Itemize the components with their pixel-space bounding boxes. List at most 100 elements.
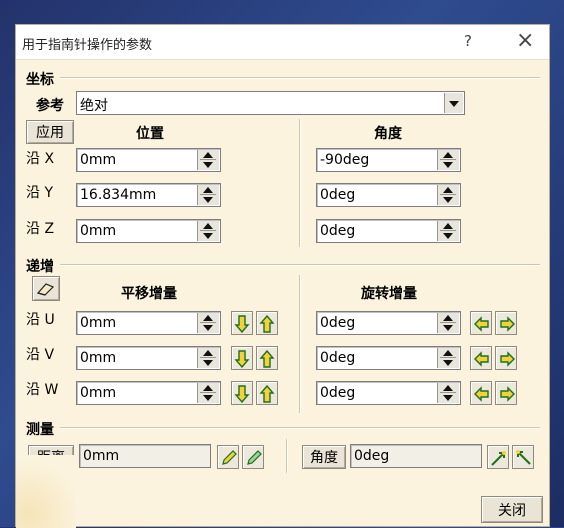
divider bbox=[60, 264, 540, 266]
increment-group-title: 递增 bbox=[26, 259, 54, 275]
help-button[interactable]: ? bbox=[464, 32, 472, 50]
reference-value: 绝对 bbox=[80, 98, 108, 114]
spinner[interactable] bbox=[437, 383, 459, 403]
title-bar: 用于指南针操作的参数 ? × bbox=[16, 25, 549, 60]
axis-z-label: 沿 Z bbox=[26, 221, 55, 237]
position-x-field[interactable]: 0mm bbox=[76, 148, 221, 172]
divider bbox=[60, 427, 540, 429]
rotate-counterclockwise-button[interactable] bbox=[470, 381, 492, 405]
eraser-icon bbox=[36, 282, 55, 296]
angle-measure-value: 0deg bbox=[354, 448, 390, 464]
position-header: 位置 bbox=[136, 126, 164, 142]
axis-x-label: 沿 X bbox=[26, 151, 55, 167]
rotate-counterclockwise-button[interactable] bbox=[470, 311, 492, 335]
rotation-u-field[interactable]: 0deg bbox=[316, 311, 461, 335]
measure-angle-between-button[interactable] bbox=[512, 445, 534, 469]
compass-parameters-dialog: 用于指南针操作的参数 ? × 坐标 参考 绝对 应用 位置 角度 沿 X 0mm… bbox=[15, 24, 550, 528]
rotate-left-icon bbox=[474, 316, 489, 332]
measure-angle-button[interactable] bbox=[487, 445, 509, 469]
translation-v-field[interactable]: 0mm bbox=[76, 346, 221, 370]
translate-up-button[interactable] bbox=[256, 346, 278, 370]
angle-y-field[interactable]: 0deg bbox=[316, 183, 461, 207]
position-y-field[interactable]: 16.834mm bbox=[76, 183, 221, 207]
spinner[interactable] bbox=[437, 221, 459, 241]
translation-header: 平移增量 bbox=[121, 286, 177, 302]
angle-z-value: 0deg bbox=[320, 223, 356, 239]
chevron-down-icon[interactable] bbox=[444, 93, 463, 113]
position-z-value: 0mm bbox=[80, 223, 117, 239]
arrow-up-icon bbox=[259, 315, 275, 333]
rotate-right-icon bbox=[500, 316, 515, 332]
arrow-down-icon bbox=[234, 350, 250, 368]
translate-down-button[interactable] bbox=[231, 311, 253, 335]
spinner[interactable] bbox=[437, 348, 459, 368]
divider bbox=[299, 119, 301, 247]
distance-value: 0mm bbox=[83, 448, 120, 464]
rotation-u-value: 0deg bbox=[320, 315, 356, 331]
rotate-left-icon bbox=[474, 386, 489, 402]
translate-down-button[interactable] bbox=[231, 346, 253, 370]
translation-w-value: 0mm bbox=[80, 385, 117, 401]
angle-button[interactable]: 角度 bbox=[302, 445, 346, 469]
spinner[interactable] bbox=[197, 150, 219, 170]
rotate-left-icon bbox=[474, 351, 489, 367]
angle-y-value: 0deg bbox=[320, 187, 356, 203]
reference-label: 参考 bbox=[36, 98, 64, 114]
arrow-down-icon bbox=[234, 385, 250, 403]
translation-u-field[interactable]: 0mm bbox=[76, 311, 221, 335]
rotation-w-field[interactable]: 0deg bbox=[316, 381, 461, 405]
background-glow bbox=[16, 455, 76, 528]
rotate-clockwise-button[interactable] bbox=[495, 346, 517, 370]
translation-v-value: 0mm bbox=[80, 350, 117, 366]
axis-v-label: 沿 V bbox=[26, 347, 55, 363]
apply-button[interactable]: 应用 bbox=[26, 120, 74, 144]
arrow-down-icon bbox=[234, 315, 250, 333]
spinner[interactable] bbox=[197, 221, 219, 241]
spinner[interactable] bbox=[437, 150, 459, 170]
translate-down-button[interactable] bbox=[231, 381, 253, 405]
translation-u-value: 0mm bbox=[80, 315, 117, 331]
spinner[interactable] bbox=[197, 185, 219, 205]
reference-select[interactable]: 绝对 bbox=[76, 91, 465, 115]
measure-between-button[interactable] bbox=[242, 445, 264, 469]
rotation-v-field[interactable]: 0deg bbox=[316, 346, 461, 370]
divider bbox=[286, 439, 288, 473]
window-title: 用于指南针操作的参数 bbox=[22, 38, 153, 53]
angle-z-field[interactable]: 0deg bbox=[316, 219, 461, 243]
angle-arrow-icon bbox=[516, 450, 531, 465]
close-button[interactable]: 关闭 bbox=[481, 496, 543, 523]
spinner[interactable] bbox=[197, 383, 219, 403]
rotation-header: 旋转增量 bbox=[361, 286, 417, 302]
eraser-button[interactable] bbox=[32, 276, 60, 301]
angle-measure-field: 0deg bbox=[350, 444, 482, 468]
rotate-clockwise-button[interactable] bbox=[495, 311, 517, 335]
measure-distance-button[interactable] bbox=[217, 445, 239, 469]
axis-y-label: 沿 Y bbox=[26, 185, 54, 201]
rotation-w-value: 0deg bbox=[320, 385, 356, 401]
angle-x-field[interactable]: -90deg bbox=[316, 148, 461, 172]
position-x-value: 0mm bbox=[80, 152, 117, 168]
position-z-field[interactable]: 0mm bbox=[76, 219, 221, 243]
rotation-v-value: 0deg bbox=[320, 350, 356, 366]
distance-field: 0mm bbox=[79, 444, 211, 468]
rotate-right-icon bbox=[500, 386, 515, 402]
arrow-up-icon bbox=[259, 350, 275, 368]
spinner[interactable] bbox=[437, 185, 459, 205]
divider bbox=[60, 77, 540, 79]
rotate-clockwise-button[interactable] bbox=[495, 381, 517, 405]
close-icon[interactable]: × bbox=[516, 29, 534, 53]
divider bbox=[299, 275, 301, 413]
coords-group-title: 坐标 bbox=[26, 72, 54, 88]
rotate-counterclockwise-button[interactable] bbox=[470, 346, 492, 370]
position-y-value: 16.834mm bbox=[80, 187, 157, 203]
rotate-right-icon bbox=[500, 351, 515, 367]
spinner[interactable] bbox=[437, 313, 459, 333]
spinner[interactable] bbox=[197, 313, 219, 333]
spinner[interactable] bbox=[197, 348, 219, 368]
axis-w-label: 沿 W bbox=[26, 382, 59, 398]
angle-x-value: -90deg bbox=[320, 152, 370, 168]
translate-up-button[interactable] bbox=[256, 311, 278, 335]
translation-w-field[interactable]: 0mm bbox=[76, 381, 221, 405]
translate-up-button[interactable] bbox=[256, 381, 278, 405]
arrow-up-icon bbox=[259, 385, 275, 403]
